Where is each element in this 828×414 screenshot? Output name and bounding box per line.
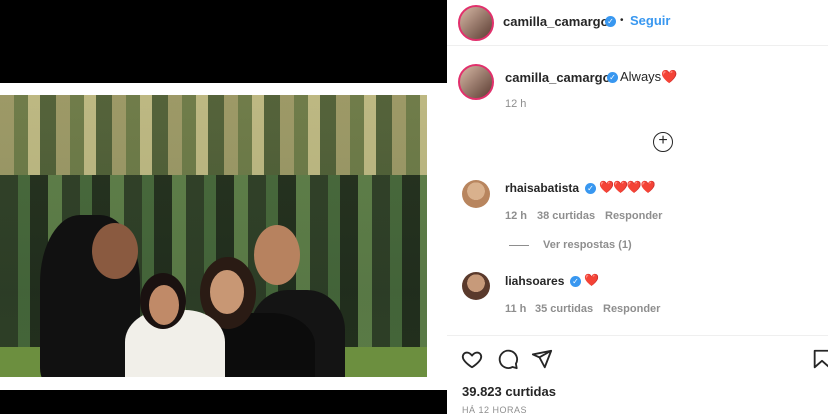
caption-username[interactable]: camilla_camargo [505, 70, 611, 85]
actions-divider [447, 335, 828, 336]
verified-badge-icon: ✓ [570, 276, 581, 287]
caption-text: Always [620, 69, 662, 84]
comment-like-count[interactable]: 38 curtidas [537, 210, 595, 222]
post-sidebar: camilla_camargo ✓ • Seguir camilla_camar… [447, 0, 828, 414]
verified-badge-icon: ✓ [607, 72, 618, 83]
verified-badge-icon: ✓ [605, 16, 616, 27]
follow-button[interactable]: Seguir [630, 13, 670, 28]
photo-person-3-face [210, 270, 244, 314]
post-photo-frame[interactable] [0, 83, 447, 390]
media-pane [0, 0, 447, 414]
share-icon[interactable] [531, 348, 553, 370]
post-header: camilla_camargo ✓ • Seguir [447, 0, 828, 46]
caption-heart-emoji: ❤️ [661, 69, 678, 84]
comment-username[interactable]: rhaisabatista [505, 181, 579, 195]
load-more-comments-icon[interactable]: + [653, 132, 673, 152]
comment-text: ❤️❤️❤️❤️ [599, 180, 656, 194]
comment-reply-button[interactable]: Responder [605, 210, 662, 222]
photo-background-mural [0, 95, 427, 175]
separator-dot: • [620, 15, 624, 26]
comment-text: ❤️ [584, 273, 599, 287]
verified-badge-icon: ✓ [585, 183, 596, 194]
comment-username[interactable]: liahsoares [505, 274, 564, 288]
comment-icon[interactable] [497, 348, 519, 370]
comment-reply-button[interactable]: Responder [603, 303, 660, 315]
replies-divider-line [509, 245, 529, 246]
likes-count[interactable]: 39.823 curtidas [462, 384, 556, 399]
photo-person-4-head [254, 225, 300, 285]
photo-person-2-face [149, 285, 179, 325]
comment-timestamp[interactable]: 11 h [505, 303, 526, 315]
post-age[interactable]: HÁ 12 HORAS [462, 405, 527, 414]
heart-icon[interactable] [461, 348, 483, 370]
photo-person-1-head [92, 223, 138, 279]
commenter-avatar[interactable] [462, 180, 490, 208]
caption-timestamp[interactable]: 12 h [505, 98, 526, 110]
caption-author-avatar[interactable] [458, 64, 494, 100]
view-replies-button[interactable]: Ver respostas (1) [543, 239, 632, 251]
author-avatar[interactable] [458, 5, 494, 41]
comment-timestamp[interactable]: 12 h [505, 210, 527, 222]
post-photo[interactable] [0, 95, 427, 377]
bookmark-icon[interactable] [811, 348, 828, 370]
author-username[interactable]: camilla_camargo [503, 14, 609, 29]
commenter-avatar[interactable] [462, 272, 490, 300]
comment-like-count[interactable]: 35 curtidas [535, 303, 593, 315]
